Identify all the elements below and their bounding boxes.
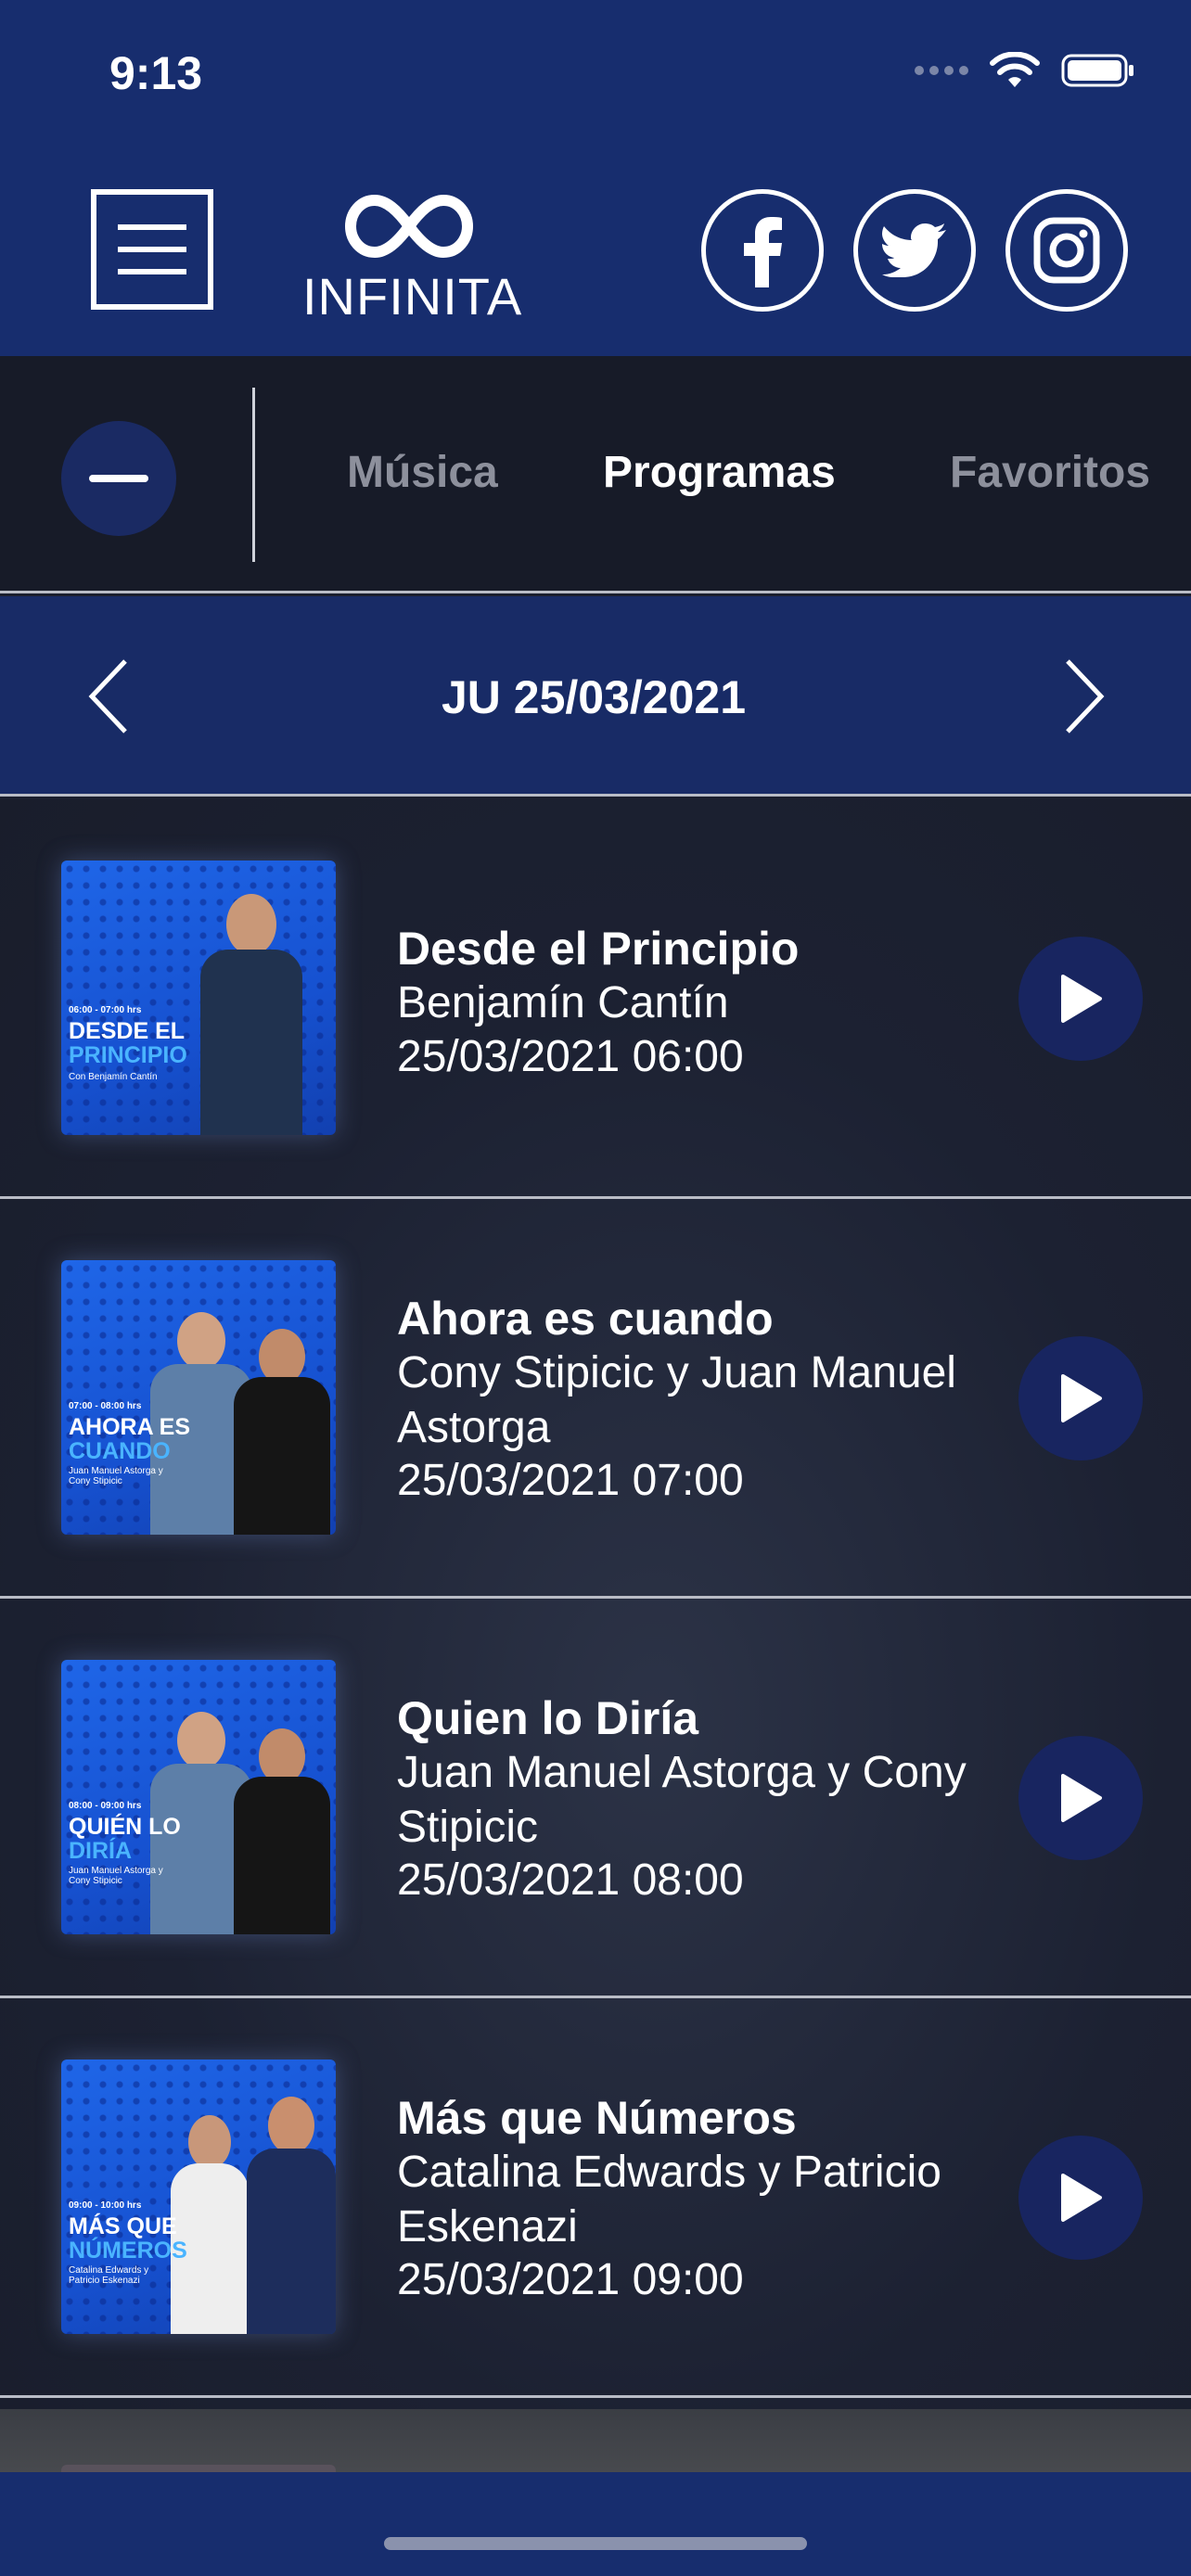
infinity-logo-icon (344, 194, 474, 259)
program-hosts: Juan Manuel Astorga y Cony Stipicic (397, 1748, 967, 1852)
status-time: 9:13 (109, 47, 203, 99)
play-icon (1061, 1374, 1102, 1422)
program-datetime: 25/03/2021 09:00 (397, 2255, 744, 2304)
play-icon (1061, 2174, 1102, 2222)
tab-musica[interactable]: Música (347, 447, 498, 498)
host-photo (200, 894, 302, 1135)
host-photo (234, 1728, 330, 1934)
program-hosts: Benjamín Cantín (397, 978, 729, 1027)
instagram-icon (1033, 217, 1100, 284)
program-list: 06:00 - 07:00 hrs DESDE EL PRINCIPIO Con… (0, 799, 1191, 2472)
play-icon (1061, 975, 1102, 1023)
program-thumbnail: 06:00 - 07:00 hrs DESDE EL PRINCIPIO Con… (61, 861, 336, 1135)
program-title: Quien lo Diría (397, 1692, 699, 1744)
program-title: Desde el Principio (397, 923, 800, 975)
program-row-partial[interactable] (0, 2409, 1191, 2472)
chevron-right-icon (1066, 659, 1105, 733)
instagram-button[interactable] (1005, 189, 1128, 312)
program-thumbnail: 09:00 - 10:00 hrs MÁS QUE NÚMEROS Catali… (61, 2060, 336, 2334)
next-day-button[interactable] (1043, 652, 1126, 741)
play-button[interactable] (1018, 1736, 1143, 1860)
cellular-signal-icon (915, 66, 968, 75)
play-button[interactable] (1018, 1336, 1143, 1460)
program-hosts: Cony Stipicic y Juan Manuel Astorga (397, 1348, 956, 1452)
twitter-button[interactable] (853, 189, 976, 312)
logo-text: INFINITA (302, 267, 523, 325)
app-header: 9:13 INFINITA (0, 0, 1191, 356)
program-datetime: 25/03/2021 06:00 (397, 1032, 744, 1081)
play-icon (1061, 1774, 1102, 1822)
program-datetime: 25/03/2021 08:00 (397, 1855, 744, 1905)
tab-programas[interactable]: Programas (603, 447, 836, 498)
hamburger-menu-icon (118, 224, 186, 230)
play-button[interactable] (1018, 2136, 1143, 2260)
program-row[interactable]: 09:00 - 10:00 hrs MÁS QUE NÚMEROS Catali… (0, 1998, 1191, 2398)
program-thumbnail: 07:00 - 08:00 hrs AHORA ES CUANDO Juan M… (61, 1260, 336, 1535)
host-photo (171, 2115, 249, 2334)
program-title: Más que Números (397, 2092, 797, 2144)
collapse-button[interactable] (61, 421, 176, 536)
wifi-icon (990, 52, 1040, 87)
tab-favoritos[interactable]: Favoritos (950, 447, 1150, 498)
menu-button[interactable] (91, 189, 213, 310)
program-datetime: 25/03/2021 07:00 (397, 1456, 744, 1505)
infinita-logo: INFINITA (302, 189, 521, 323)
section-tabs-bar: Música Programas Favoritos (0, 356, 1191, 593)
bottom-bar (0, 2472, 1191, 2576)
program-row[interactable]: 08:00 - 09:00 hrs QUIÉN LO DIRÍA Juan Ma… (0, 1599, 1191, 1998)
twitter-icon (882, 223, 946, 277)
home-indicator[interactable] (384, 2537, 807, 2550)
date-navigator: JU 25/03/2021 (0, 596, 1191, 797)
current-date: JU 25/03/2021 (441, 671, 747, 723)
host-photo (247, 2097, 336, 2334)
program-title: Ahora es cuando (397, 1293, 774, 1345)
status-icons (915, 52, 1135, 89)
program-thumbnail (61, 2465, 336, 2472)
program-row[interactable]: 07:00 - 08:00 hrs AHORA ES CUANDO Juan M… (0, 1199, 1191, 1599)
program-thumbnail: 08:00 - 09:00 hrs QUIÉN LO DIRÍA Juan Ma… (61, 1660, 336, 1934)
facebook-button[interactable] (701, 189, 824, 312)
tabs-divider (252, 388, 255, 562)
battery-icon (1061, 54, 1133, 87)
minus-icon (89, 475, 148, 482)
host-photo (234, 1329, 330, 1535)
program-row[interactable]: 06:00 - 07:00 hrs DESDE EL PRINCIPIO Con… (0, 799, 1191, 1199)
program-hosts: Catalina Edwards y Patricio Eskenazi (397, 2148, 941, 2251)
play-button[interactable] (1018, 937, 1143, 1061)
facebook-icon (744, 217, 782, 287)
